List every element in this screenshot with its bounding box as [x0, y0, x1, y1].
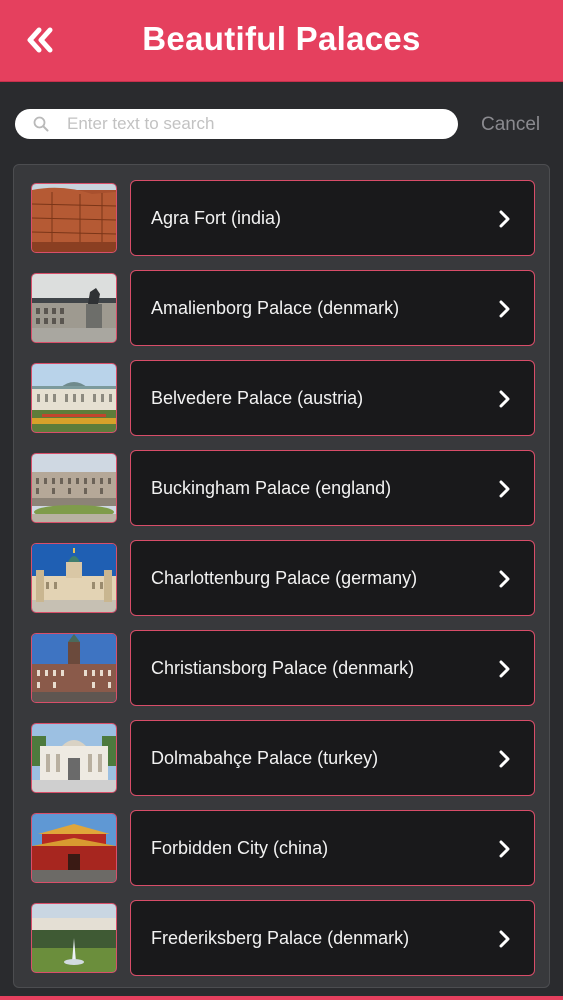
list-item-button[interactable]: Dolmabahçe Palace (turkey)	[130, 720, 535, 796]
list-item-label: Charlottenburg Palace (germany)	[151, 568, 418, 588]
palace-thumbnail[interactable]	[31, 183, 117, 253]
chevron-right-icon	[498, 659, 512, 679]
list-item-label: Agra Fort (india)	[151, 208, 282, 228]
list-item: Agra Fort (india)	[14, 180, 549, 258]
list-item-label: Christiansborg Palace (denmark)	[151, 658, 415, 678]
chevron-right-icon	[498, 479, 512, 499]
chevron-right-icon	[498, 389, 512, 409]
list-item: Christiansborg Palace (denmark)	[14, 630, 549, 708]
palace-thumbnail[interactable]	[31, 813, 117, 883]
search-field[interactable]	[15, 109, 458, 139]
list-item-button[interactable]: Christiansborg Palace (denmark)	[130, 630, 535, 706]
list-item-label: Belvedere Palace (austria)	[151, 388, 364, 408]
list-item: Buckingham Palace (england)	[14, 450, 549, 528]
list-item: Forbidden City (china)	[14, 810, 549, 888]
chevron-right-icon	[498, 929, 512, 949]
app-header: Beautiful Palaces	[0, 0, 563, 82]
list-item-label: Frederiksberg Palace (denmark)	[151, 928, 410, 948]
search-input[interactable]	[67, 114, 427, 134]
palace-thumbnail[interactable]	[31, 453, 117, 523]
list-item-button[interactable]: Amalienborg Palace (denmark)	[130, 270, 535, 346]
chevron-right-icon	[498, 839, 512, 859]
list-item-button[interactable]: Agra Fort (india)	[130, 180, 535, 256]
list-item-label: Dolmabahçe Palace (turkey)	[151, 748, 379, 768]
chevron-right-icon	[498, 299, 512, 319]
list-item-label: Forbidden City (china)	[151, 838, 329, 858]
list-item-button[interactable]: Frederiksberg Palace (denmark)	[130, 900, 535, 976]
palace-thumbnail[interactable]	[31, 723, 117, 793]
list-item-button[interactable]: Belvedere Palace (austria)	[130, 360, 535, 436]
palace-thumbnail[interactable]	[31, 633, 117, 703]
list-item-button[interactable]: Buckingham Palace (england)	[130, 450, 535, 526]
list-item-button[interactable]: Forbidden City (china)	[130, 810, 535, 886]
list-item-button[interactable]: Charlottenburg Palace (germany)	[130, 540, 535, 616]
list-item: Frederiksberg Palace (denmark)	[14, 900, 549, 978]
list-item-label: Buckingham Palace (england)	[151, 478, 392, 498]
bottom-accent-bar	[0, 996, 563, 1000]
search-bar: Cancel	[0, 82, 563, 164]
palace-thumbnail[interactable]	[31, 363, 117, 433]
palace-thumbnail[interactable]	[31, 273, 117, 343]
list-item-label: Amalienborg Palace (denmark)	[151, 298, 400, 318]
chevron-right-icon	[498, 749, 512, 769]
list-item: Charlottenburg Palace (germany)	[14, 540, 549, 618]
palace-thumbnail[interactable]	[31, 903, 117, 973]
search-icon	[33, 116, 49, 132]
list-item: Amalienborg Palace (denmark)	[14, 270, 549, 348]
palace-list: Agra Fort (india) Amalienborg Palace (de…	[13, 164, 550, 988]
chevron-right-icon	[498, 209, 512, 229]
chevron-right-icon	[498, 569, 512, 589]
palace-thumbnail[interactable]	[31, 543, 117, 613]
list-item: Belvedere Palace (austria)	[14, 360, 549, 438]
cancel-button[interactable]: Cancel	[481, 114, 540, 136]
list-item: Dolmabahçe Palace (turkey)	[14, 720, 549, 798]
page-title: Beautiful Palaces	[142, 20, 421, 57]
